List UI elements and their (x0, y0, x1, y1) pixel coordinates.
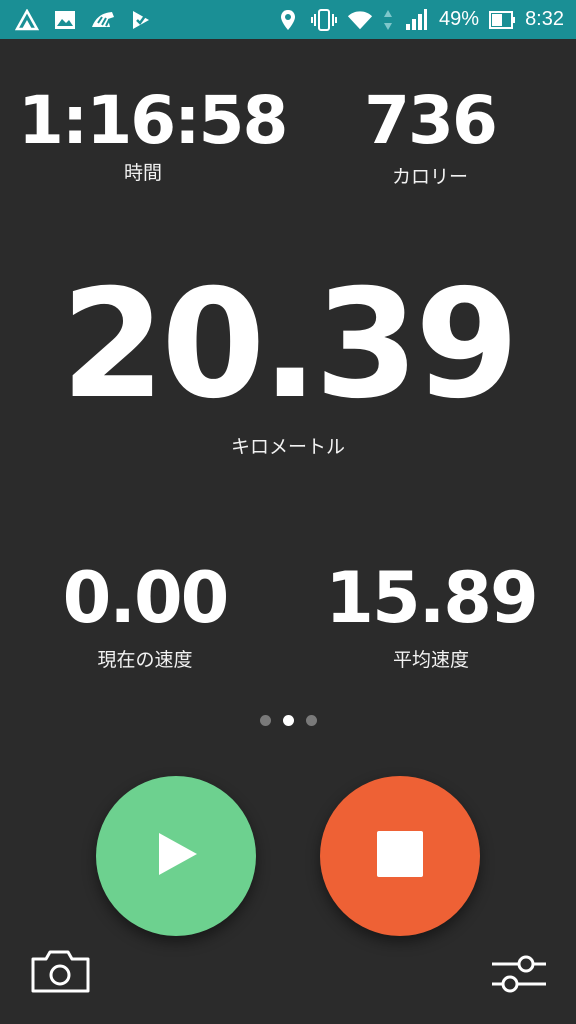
elapsed-time-label: 時間 (123, 162, 162, 184)
battery-percent: 49% (439, 8, 480, 30)
strava-icon (14, 7, 40, 33)
image-icon (52, 7, 78, 33)
camera-button[interactable] (30, 950, 92, 994)
vibrate-icon (311, 7, 338, 33)
page-dot-3[interactable] (305, 715, 317, 726)
avg-speed-label: 平均速度 (392, 649, 469, 671)
page-indicator (0, 715, 576, 726)
stop-button[interactable] (320, 776, 480, 936)
stop-icon (377, 831, 423, 881)
calories-label: カロリー (391, 166, 468, 188)
distance-value: 20.39 (60, 258, 519, 432)
elapsed-time-value: 1:16:58 (18, 82, 288, 159)
elapsed-time-metric: 1:16:58 時間 (18, 82, 288, 184)
avg-speed-value: 15.89 (325, 557, 538, 639)
camera-icon (30, 950, 92, 998)
signal-icon (403, 7, 429, 33)
calories-metric: 736 カロリー (330, 88, 530, 187)
current-speed-label: 現在の速度 (97, 649, 193, 671)
data-arrows-icon (383, 7, 393, 33)
current-speed-metric: 0.00 現在の速度 (30, 563, 260, 670)
play-icon (151, 829, 201, 883)
distance-label: キロメートル (230, 436, 345, 458)
resume-button[interactable] (96, 776, 256, 936)
status-time: 8:32 (525, 8, 564, 30)
location-icon (275, 7, 301, 33)
settings-button[interactable] (490, 952, 548, 996)
page-dot-1[interactable] (259, 715, 271, 726)
app-check-icon (128, 7, 154, 33)
calories-value: 736 (364, 82, 498, 159)
page-dot-2[interactable] (282, 715, 294, 726)
wifi-icon (347, 7, 373, 33)
avg-speed-metric: 15.89 平均速度 (316, 563, 546, 670)
settings-sliders-icon (490, 955, 548, 1000)
distance-metric: 20.39 キロメートル (0, 270, 576, 457)
battery-icon (489, 7, 516, 33)
status-bar: 49% 8:32 (0, 0, 576, 39)
current-speed-value: 0.00 (62, 557, 230, 639)
zebra-icon (90, 7, 116, 33)
